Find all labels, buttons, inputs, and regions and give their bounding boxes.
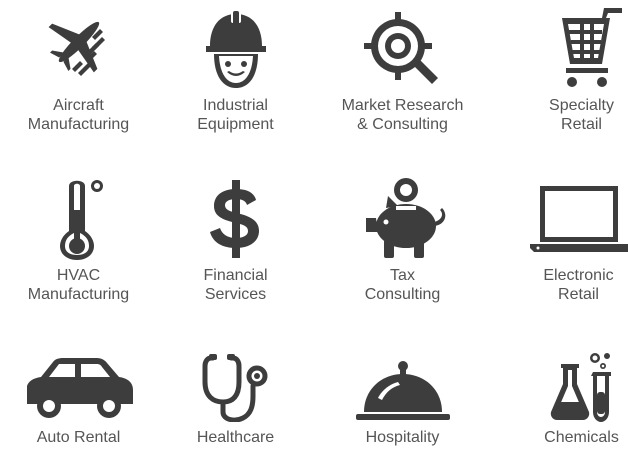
industry-item-market-research: Market Research & Consulting xyxy=(324,6,481,134)
industry-label: Auto Rental xyxy=(36,429,121,446)
industry-label: Tax Consulting xyxy=(364,267,441,303)
laptop-icon xyxy=(529,186,628,252)
industry-item-specialty-retail: Specialty Retail xyxy=(503,6,628,134)
industry-label: Industrial Equipment xyxy=(197,97,274,133)
industry-label: Chemicals xyxy=(544,429,619,446)
industry-label: Healthcare xyxy=(196,429,275,446)
industry-label: Financial Services xyxy=(203,267,268,303)
piggy-bank-icon xyxy=(365,178,445,258)
industry-grid: Aircraft Manufacturing Industrial Equipm… xyxy=(0,0,628,459)
industry-item-industrial-equipment: Industrial Equipment xyxy=(157,6,314,134)
industry-item-electronic-retail: Electronic Retail xyxy=(500,176,628,304)
cloche-icon xyxy=(355,361,450,420)
industry-label: Hospitality xyxy=(365,429,440,446)
industry-item-hvac: HVAC Manufacturing xyxy=(0,176,157,304)
stethoscope-icon xyxy=(202,354,267,422)
industry-label: Aircraft Manufacturing xyxy=(27,97,130,133)
industry-item-hospitality: Hospitality xyxy=(324,352,481,447)
worker-hardhat-icon xyxy=(205,11,266,88)
industry-label: Specialty Retail xyxy=(549,97,614,133)
car-icon xyxy=(26,358,133,418)
lab-flasks-icon xyxy=(550,353,611,422)
target-magnifier-icon xyxy=(363,12,438,84)
shopping-cart-icon xyxy=(561,8,622,87)
airplane-icon xyxy=(48,21,105,76)
industry-label: Electronic Retail xyxy=(543,267,614,303)
industry-label: HVAC Manufacturing xyxy=(27,267,130,303)
industry-item-healthcare: Healthcare xyxy=(157,352,314,447)
industry-item-aircraft: Aircraft Manufacturing xyxy=(0,6,157,134)
industry-item-chemicals: Chemicals xyxy=(503,352,628,447)
thermometer-icon xyxy=(59,180,103,260)
dollar-sign-icon xyxy=(209,180,259,258)
industry-label: Market Research & Consulting xyxy=(341,97,464,133)
industry-item-tax-consulting: Tax Consulting xyxy=(324,176,481,304)
industry-item-auto-rental: Auto Rental xyxy=(0,352,157,447)
industry-item-financial-services: Financial Services xyxy=(157,176,314,304)
